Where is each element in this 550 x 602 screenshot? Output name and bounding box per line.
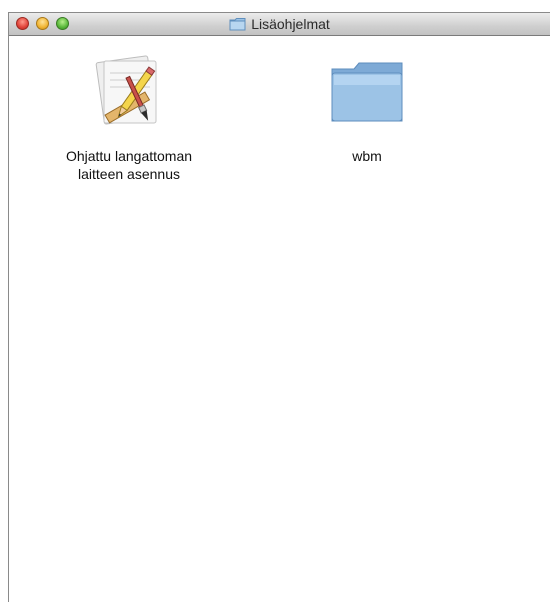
file-item-label: wbm	[352, 148, 382, 164]
file-item-wireless-setup[interactable]: Ohjattu langattoman laitteen asennus	[39, 49, 219, 183]
finder-window: Lisäohjelmat Ohjattu langattoman laittee…	[8, 12, 550, 602]
title-folder-icon	[229, 17, 246, 31]
folder-icon	[324, 49, 410, 135]
file-items: Ohjattu langattoman laitteen asennus wbm	[39, 49, 457, 183]
app-document-icon	[86, 49, 172, 135]
file-item-wbm[interactable]: wbm	[277, 49, 457, 183]
window-title-text: Lisäohjelmat	[251, 16, 330, 32]
window-title: Lisäohjelmat	[9, 16, 550, 32]
title-bar[interactable]: Lisäohjelmat	[9, 13, 550, 36]
file-item-label: Ohjattu langattoman laitteen asennus	[65, 148, 193, 182]
